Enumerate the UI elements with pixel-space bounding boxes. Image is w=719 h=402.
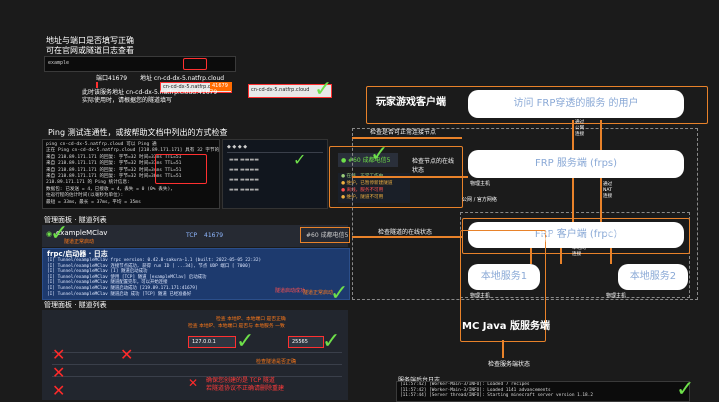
example-field-value: cn-cd-dx-5.natfrp.cloud xyxy=(251,87,310,93)
tunnel-port: 41679 xyxy=(204,232,224,239)
addr-note-2: 实际使用时，请根据您的隧道填写 xyxy=(82,97,173,104)
frps-node-label: FRP 服务端 (frps) xyxy=(534,158,618,169)
top-caption-2: 可在官网或隧道日志查看 xyxy=(46,46,134,55)
cross-icon: ✕ xyxy=(52,363,66,382)
host-label-1: 物理主机 xyxy=(470,181,491,187)
check-icon: ✓ xyxy=(676,377,695,402)
ping-terminal: ping cn-cd-dx-5.natfrp.cloud 可以 Ping 通 正… xyxy=(42,139,220,209)
bottom-panel: 检查 本地IP、本地端口 是否与 本地服务 一致 检查 本地IP、本地端口 是否… xyxy=(42,310,348,400)
player-label: 玩家游戏客户端 xyxy=(376,97,446,108)
arrow xyxy=(502,340,504,358)
node-status-row: ▬▬ ▬▬▬▬ xyxy=(229,157,259,163)
cross-icon: ✕ xyxy=(120,345,134,364)
node-status-row: ▬▬ ▬▬▬▬ xyxy=(229,187,259,193)
mc-label: MC Java 版服务端 xyxy=(462,321,550,332)
check-icon: ✓ xyxy=(314,77,333,102)
player-node: 访问 FRP穿透的服务 的用户 xyxy=(468,90,684,118)
warn-2: 若隧道协议不正确请删除重建 xyxy=(206,385,285,392)
arrow xyxy=(572,178,574,222)
ping-title: Ping 测试连通性，或按帮助文档中列出的方式检查 xyxy=(48,128,228,137)
tunnel-protocol: TCP xyxy=(186,232,198,239)
frps-node: FRP 服务端 (frps) xyxy=(468,150,684,178)
divider xyxy=(52,364,342,365)
log-tag-2: 隧道正常启动 xyxy=(303,290,334,296)
node-status-panel: ◆ ◆ ◆ ◆ ▬▬ ▬▬▬▬ ▬▬ ▬▬▬▬ ▬▬ ▬▬▬▬ ▬▬ ▬▬▬▬ … xyxy=(222,139,328,209)
cross-icon: ✕ xyxy=(52,345,66,364)
bottom-panel-title: 管理面板 · 隧道列表 xyxy=(44,301,107,309)
arrow-label: 通过 本地网 连接 xyxy=(540,226,554,243)
port-label: 端口41679 xyxy=(96,75,128,82)
arrow xyxy=(352,236,462,238)
log-panel: frpc/启动器 · 日志 [I] Tunnel/exampleMClav fr… xyxy=(42,248,350,300)
arrow-label: 通过 本地网 连接 xyxy=(572,240,586,257)
ip-field-value: 127.0.0.1 xyxy=(192,339,216,345)
divider xyxy=(52,352,342,353)
arrow-label: 通过 公网 连接 xyxy=(575,120,585,137)
ping-line: 最短 = 33ms，最长 = 37ms，平均 = 35ms xyxy=(46,199,141,205)
arrow xyxy=(560,248,562,264)
check-icon: ✓ xyxy=(236,329,255,354)
divider xyxy=(227,152,323,153)
check-node-text: 检查是否可正常连接节点 xyxy=(370,129,437,136)
arrow-label: 通过 局域网 连接 xyxy=(606,226,620,243)
local-service-2-label: 本地服务2 xyxy=(629,271,677,282)
arrow xyxy=(352,176,468,178)
top-terminal: example xyxy=(44,56,236,72)
player-node-label: 访问 FRP穿透的服务 的用户 xyxy=(513,98,639,109)
node-status-row: ▬▬ ▬▬▬▬ xyxy=(229,177,259,183)
log-tag-1: 隧道启动成功 xyxy=(275,288,306,294)
tunnel-tag: 隧道正常启动 xyxy=(64,239,95,245)
top-caption-1: 地址与端口是否填写正确 xyxy=(46,36,134,45)
tunnel-list-panel: ◉ exampleMClav 隧道正常启动 TCP 41679 #60 成都电信… xyxy=(42,225,350,247)
check-icon: ✓ xyxy=(330,281,349,306)
server-console: [11:57:42] [Worker-Main-3/INFO]: Loaded … xyxy=(396,381,690,402)
tunnel-node-highlight xyxy=(300,227,350,243)
port-field-local-value: 25565 xyxy=(292,339,308,345)
arrow xyxy=(600,178,602,222)
top-terminal-text: example xyxy=(48,60,70,66)
local-service-2: 本地服务2 xyxy=(618,264,688,290)
cloud-label: 公网 / 官方网络 xyxy=(462,197,497,203)
arrow xyxy=(572,120,574,150)
terminal-highlight xyxy=(183,58,207,70)
green-dot-icon: ● xyxy=(341,157,347,164)
ping-highlight xyxy=(155,154,207,184)
arrow xyxy=(600,120,602,150)
node-status-row: ▬▬ ▬▬▬▬ xyxy=(229,167,259,173)
check-icon: ✓ xyxy=(50,221,69,246)
arrow-label: 通过 NAT 连接 xyxy=(603,182,613,199)
bottom-tag-top2: 检查 本地IP、本地端口 是否正确 xyxy=(216,317,286,322)
cross-icon: ✕ xyxy=(188,376,199,390)
ip-field[interactable]: 127.0.0.1 xyxy=(188,336,236,348)
check-icon: ✓ xyxy=(322,329,341,354)
console-line: [11:57:44] [Server thread/INFO]: Startin… xyxy=(400,393,593,399)
proto-tag: 检查隧道是否正确 xyxy=(256,359,297,365)
arrow xyxy=(530,248,532,264)
node-status-header: ◆ ◆ ◆ ◆ xyxy=(227,144,248,150)
arrow xyxy=(352,137,462,139)
port-field-local[interactable]: 25565 xyxy=(288,336,324,348)
cross-icon: ✕ xyxy=(52,381,66,400)
check-icon: ✓ xyxy=(293,150,307,169)
arrow xyxy=(610,248,612,264)
check-service-text: 检查服务端状态 xyxy=(488,361,531,368)
host-label-3: 物理主机 xyxy=(606,293,627,299)
